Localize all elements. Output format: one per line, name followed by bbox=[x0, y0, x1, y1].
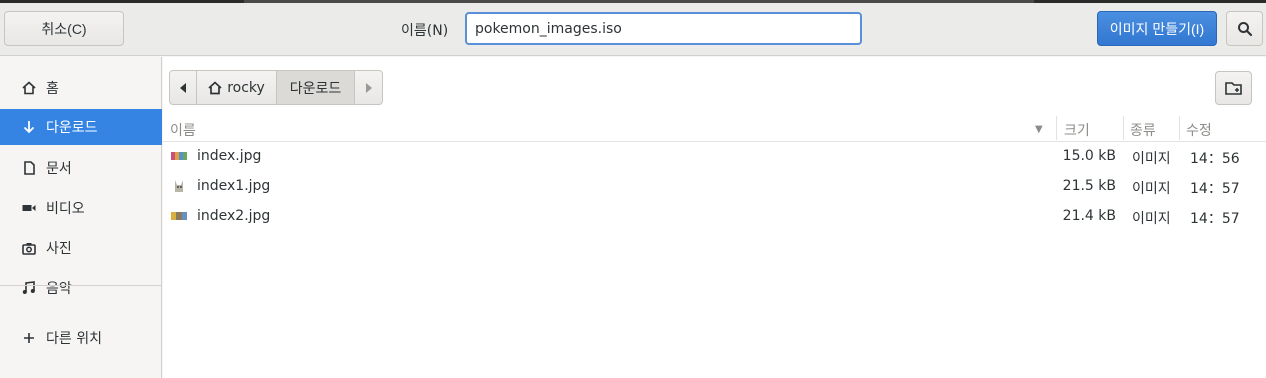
file-type: 이미지 bbox=[1132, 151, 1171, 167]
image-thumbnail-icon bbox=[175, 180, 183, 192]
sidebar-item-videos[interactable]: 비디오 bbox=[0, 190, 162, 226]
sidebar-item-label: 다운로드 bbox=[46, 120, 98, 136]
path-segment-home[interactable]: rocky bbox=[197, 71, 277, 104]
file-size: 21.5 kB bbox=[1062, 178, 1116, 194]
search-icon bbox=[1237, 21, 1252, 36]
file-size: 21.4 kB bbox=[1062, 208, 1116, 224]
sort-down-icon: ▼ bbox=[1035, 124, 1043, 135]
column-type[interactable]: 종류 bbox=[1130, 120, 1156, 140]
camera-icon bbox=[20, 242, 38, 255]
path-forward-button[interactable] bbox=[355, 71, 382, 104]
path-back-button[interactable] bbox=[170, 71, 197, 104]
sidebar-separator bbox=[0, 285, 162, 286]
file-size: 15.0 kB bbox=[1062, 148, 1116, 164]
sidebar-item-documents[interactable]: 문서 bbox=[0, 150, 162, 186]
filename-value: pokemon_images.iso bbox=[475, 20, 622, 37]
sidebar-item-label: 음악 bbox=[46, 281, 72, 297]
sidebar-item-label: 사진 bbox=[46, 241, 72, 257]
file-type: 이미지 bbox=[1132, 181, 1171, 197]
home-icon bbox=[208, 80, 222, 94]
document-icon bbox=[20, 161, 38, 175]
image-thumbnail-icon bbox=[171, 152, 187, 160]
new-folder-icon bbox=[1224, 82, 1242, 95]
top-strip bbox=[0, 0, 1266, 3]
video-icon bbox=[20, 202, 38, 214]
file-browser: rocky 다운로드 이름 ▼ 크기 종류 수정 index.jpg 15.0 … bbox=[163, 57, 1266, 378]
file-modified: 14：57 bbox=[1190, 211, 1240, 227]
home-icon bbox=[20, 81, 38, 95]
music-icon bbox=[20, 281, 38, 295]
sidebar-item-label: 홈 bbox=[46, 81, 59, 97]
column-header: 이름 ▼ 크기 종류 수정 bbox=[163, 114, 1266, 142]
file-modified: 14：57 bbox=[1190, 181, 1240, 197]
sidebar-item-label: 비디오 bbox=[46, 201, 85, 217]
sidebar-item-pictures[interactable]: 사진 bbox=[0, 230, 162, 266]
sidebar-item-label: 문서 bbox=[46, 161, 72, 177]
sidebar-item-music[interactable]: 음악 bbox=[0, 270, 162, 306]
new-folder-button[interactable] bbox=[1215, 71, 1252, 105]
sidebar-item-home[interactable]: 홈 bbox=[0, 70, 162, 106]
file-type: 이미지 bbox=[1132, 211, 1171, 227]
cancel-button[interactable]: 취소(C) bbox=[4, 11, 124, 46]
file-name: index.jpg bbox=[197, 148, 262, 164]
path-segment-downloads[interactable]: 다운로드 bbox=[277, 71, 355, 104]
column-name[interactable]: 이름 bbox=[170, 120, 196, 140]
name-label: 이름(N) bbox=[401, 23, 449, 39]
path-home-label: rocky bbox=[227, 79, 265, 96]
create-image-button[interactable]: 이미지 만들기(I) bbox=[1097, 11, 1217, 46]
image-thumbnail-icon bbox=[171, 212, 187, 220]
path-current-label: 다운로드 bbox=[289, 80, 342, 97]
plus-icon bbox=[20, 332, 38, 344]
file-row[interactable]: index1.jpg 21.5 kB 이미지 14：57 bbox=[163, 172, 1266, 202]
left-arrow-icon bbox=[180, 82, 186, 93]
path-bar: rocky 다운로드 bbox=[169, 70, 383, 105]
column-size[interactable]: 크기 bbox=[1064, 120, 1090, 140]
search-button[interactable] bbox=[1226, 11, 1263, 46]
file-name: index2.jpg bbox=[197, 208, 271, 224]
header-bar: 취소(C) 이름(N) pokemon_images.iso 이미지 만들기(I… bbox=[0, 0, 1266, 56]
file-modified: 14：56 bbox=[1190, 151, 1240, 167]
column-modified[interactable]: 수정 bbox=[1186, 120, 1212, 140]
sidebar-item-label: 다른 위치 bbox=[46, 331, 102, 347]
right-arrow-icon bbox=[365, 82, 372, 93]
sidebar-item-other-locations[interactable]: 다른 위치 bbox=[0, 320, 162, 356]
places-sidebar: 홈 다운로드 문서 비디오 사진 음악 다른 위치 bbox=[0, 57, 162, 378]
download-arrow-icon bbox=[20, 120, 38, 134]
sidebar-item-downloads[interactable]: 다운로드 bbox=[0, 109, 162, 145]
filename-input[interactable]: pokemon_images.iso bbox=[465, 12, 862, 45]
file-row[interactable]: index.jpg 15.0 kB 이미지 14：56 bbox=[163, 142, 1266, 172]
file-row[interactable]: index2.jpg 21.4 kB 이미지 14：57 bbox=[163, 202, 1266, 232]
file-name: index1.jpg bbox=[197, 178, 271, 194]
